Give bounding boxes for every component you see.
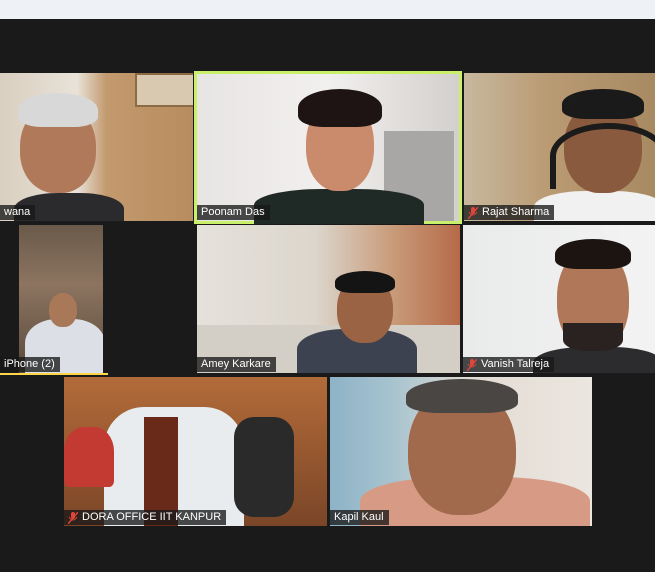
- video-tile-kapil-kaul[interactable]: Kapil Kaul: [330, 377, 592, 526]
- video-tile-vanish-talreja[interactable]: Vanish Talreja: [463, 225, 655, 373]
- mic-off-icon: [467, 358, 477, 371]
- participant-name-label: wana: [0, 205, 36, 220]
- participant-name-label: Vanish Talreja: [463, 357, 555, 372]
- video-tile-wana[interactable]: wana: [0, 73, 193, 221]
- wall-frame: [135, 73, 193, 107]
- video-tile-poonam-das[interactable]: Poonam Das: [194, 71, 462, 224]
- participant-name-label: Amey Karkare: [197, 357, 276, 372]
- seated-person: [64, 427, 114, 487]
- mic-off-icon: [68, 511, 78, 524]
- participant-name-label: Rajat Sharma: [464, 205, 555, 220]
- mic-off-icon: [468, 206, 478, 219]
- participant-name-label: Poonam Das: [197, 205, 270, 220]
- participant-name-label: Kapil Kaul: [330, 510, 389, 525]
- speaking-indicator: [0, 373, 108, 375]
- chairs: [234, 417, 294, 517]
- video-tile-rajat-sharma[interactable]: Rajat Sharma: [464, 73, 655, 221]
- video-tile-amey-karkare[interactable]: Amey Karkare: [197, 225, 460, 373]
- video-tile-iphone-2[interactable]: [19, 225, 103, 373]
- video-tile-dora-office[interactable]: DORA OFFICE IIT KANPUR: [64, 377, 327, 526]
- top-bar: [0, 0, 655, 19]
- participant-name-label: DORA OFFICE IIT KANPUR: [64, 510, 227, 525]
- participant-name-label: iPhone (2): [0, 357, 60, 372]
